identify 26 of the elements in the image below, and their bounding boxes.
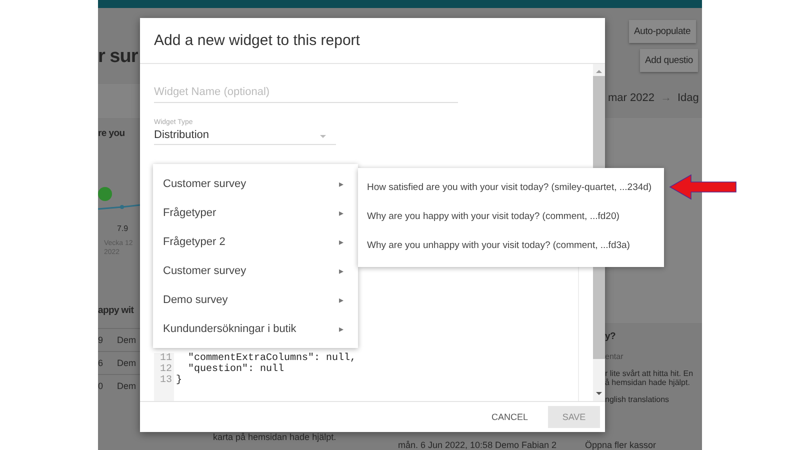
table-cell: Dem: [117, 335, 136, 345]
table-heading: appy wit: [98, 305, 135, 316]
table-cell-text: r lite svårt att hitta hit. En å hemsidan hade hjälpt.: [605, 369, 694, 387]
line-number: 12: [160, 364, 172, 375]
table-cell: 0: [98, 381, 104, 391]
chart-heading: re you: [98, 128, 126, 139]
line-number: 13: [160, 375, 172, 386]
page-title: r sur: [98, 46, 139, 68]
table-cell: 9: [98, 335, 104, 345]
code-line: "question": null: [187, 364, 286, 375]
table-heading: y?: [605, 331, 616, 342]
code-line: "commentExtraColumns": null,: [187, 353, 356, 364]
line-number: 11: [160, 353, 172, 364]
dialog-title: Add a new widget to this report: [154, 32, 360, 49]
arrow-separator: →: [660, 92, 672, 104]
table-cell: mån. 6 Jun 2022, 10:58: [398, 440, 493, 450]
table-cell: 6: [98, 358, 104, 368]
column-header: entar: [605, 352, 624, 361]
table-cell: Demo Fabian 2: [495, 440, 557, 450]
table-cell: Dem: [117, 358, 136, 368]
table-cell: Dem: [117, 381, 136, 391]
table-cell: karta på hemsidan hade hjälpt.: [213, 432, 336, 442]
code-line: }: [176, 375, 184, 386]
table-cell: Öppna fler kassor: [585, 440, 656, 450]
table-cell-text: nglish translations: [605, 395, 670, 404]
chart-value: 7.9: [117, 224, 130, 233]
